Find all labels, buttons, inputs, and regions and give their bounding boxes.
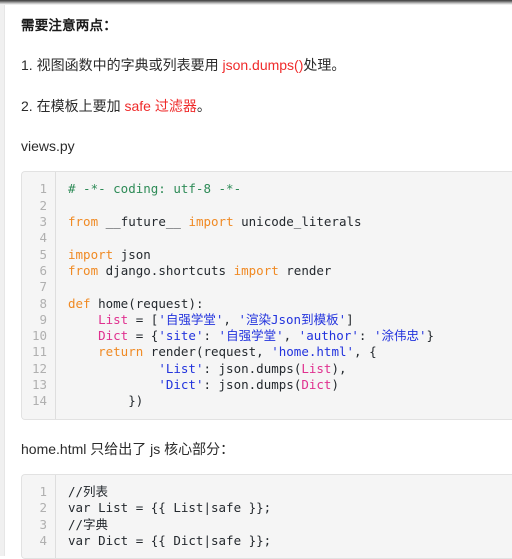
point-1-prefix: 1. 视图函数中的字典或列表要用 [21,57,223,74]
code-line: var List = {{ List|safe }}; [68,500,272,516]
code-line: Dict = {'site': '自强学堂', 'author': '涂伟忠'} [98,328,435,344]
line-number: 8 [39,295,47,311]
code-content[interactable]: //列表 var List = {{ List|safe }};//字典 var D… [56,475,512,558]
code-line: def home(request): [68,295,204,311]
code-line: return render(request, 'home.html', { [98,344,377,360]
file-label-home-html: home.html 只给出了 js 核心部分： [21,440,235,457]
code-block-views-py[interactable]: 1 2 3 4 5 6 7 8 9 10 11 12 13 14 # -*- coding: utf-8 … [21,171,512,420]
left-rail [0,0,5,556]
notice-point-2: 2. 在模板上要加 safe 过滤器。 [21,95,512,117]
code-line: import json [68,246,151,262]
code-content[interactable]: # -*- coding: utf-8 -*- from __future__ … [56,172,512,418]
point-2-suffix: 。 [196,97,211,114]
line-number: 6 [39,262,47,278]
article-body: 需要注意两点： 1. 视图函数中的字典或列表要用 json.dumps()处理。… [5,0,512,559]
line-number: 11 [31,344,47,360]
top-chrome-strip [0,0,512,5]
line-number: 2 [39,500,47,516]
code-line-numbers: 1234 [22,474,56,559]
notice-title: 需要注意两点： [21,18,117,33]
code-line: //列表 [68,483,109,499]
line-number: 12 [31,360,47,376]
code-line: var Dict = {{ Dict|safe }}; [68,532,272,548]
line-number: 1 [39,483,47,499]
line-number: 10 [31,328,47,344]
notice-point-1: 1. 视图函数中的字典或列表要用 json.dumps()处理。 [21,54,512,76]
code-line: # -*- coding: utf-8 -*- [68,181,242,197]
line-number: 4 [39,230,47,246]
point-1-highlight: json.dumps() [222,57,304,74]
code-block-home-html[interactable]: 1234 //列表 var List = {{ List|safe }};//字典… [21,473,512,559]
code-line: 'List': json.dumps(List), [158,360,347,376]
point-2-highlight: safe 过滤器 [124,97,197,114]
line-number: 13 [31,376,47,392]
code-line: List = ['自强学堂', '渲染Json到模板'] [98,311,354,327]
code-line: from django.shortcuts import render [68,262,332,278]
page-content: 需要注意两点： 1. 视图函数中的字典或列表要用 json.dumps()处理。… [5,0,512,559]
code-line: }) [68,393,144,409]
line-number: 2 [39,197,47,213]
line-number: 1 [39,181,47,197]
line-number: 3 [39,516,47,532]
point-2-prefix: 2. 在模板上要加 [21,97,125,114]
file-label-views-py: views.py [21,138,75,155]
line-number: 9 [39,311,47,327]
point-1-suffix: 处理。 [303,57,346,74]
code-line: 'Dict': json.dumps(Dict) [158,376,339,392]
code-line: //字典 [68,516,109,532]
code-line-numbers: 1 2 3 4 5 6 7 8 9 10 11 12 13 14 [22,172,56,419]
line-number: 7 [39,279,47,295]
line-number: 3 [39,214,47,230]
code-line: from __future__ import unicode_literals [68,214,362,230]
line-number: 14 [31,393,47,409]
line-number: 5 [39,246,47,262]
line-number: 4 [39,532,47,548]
